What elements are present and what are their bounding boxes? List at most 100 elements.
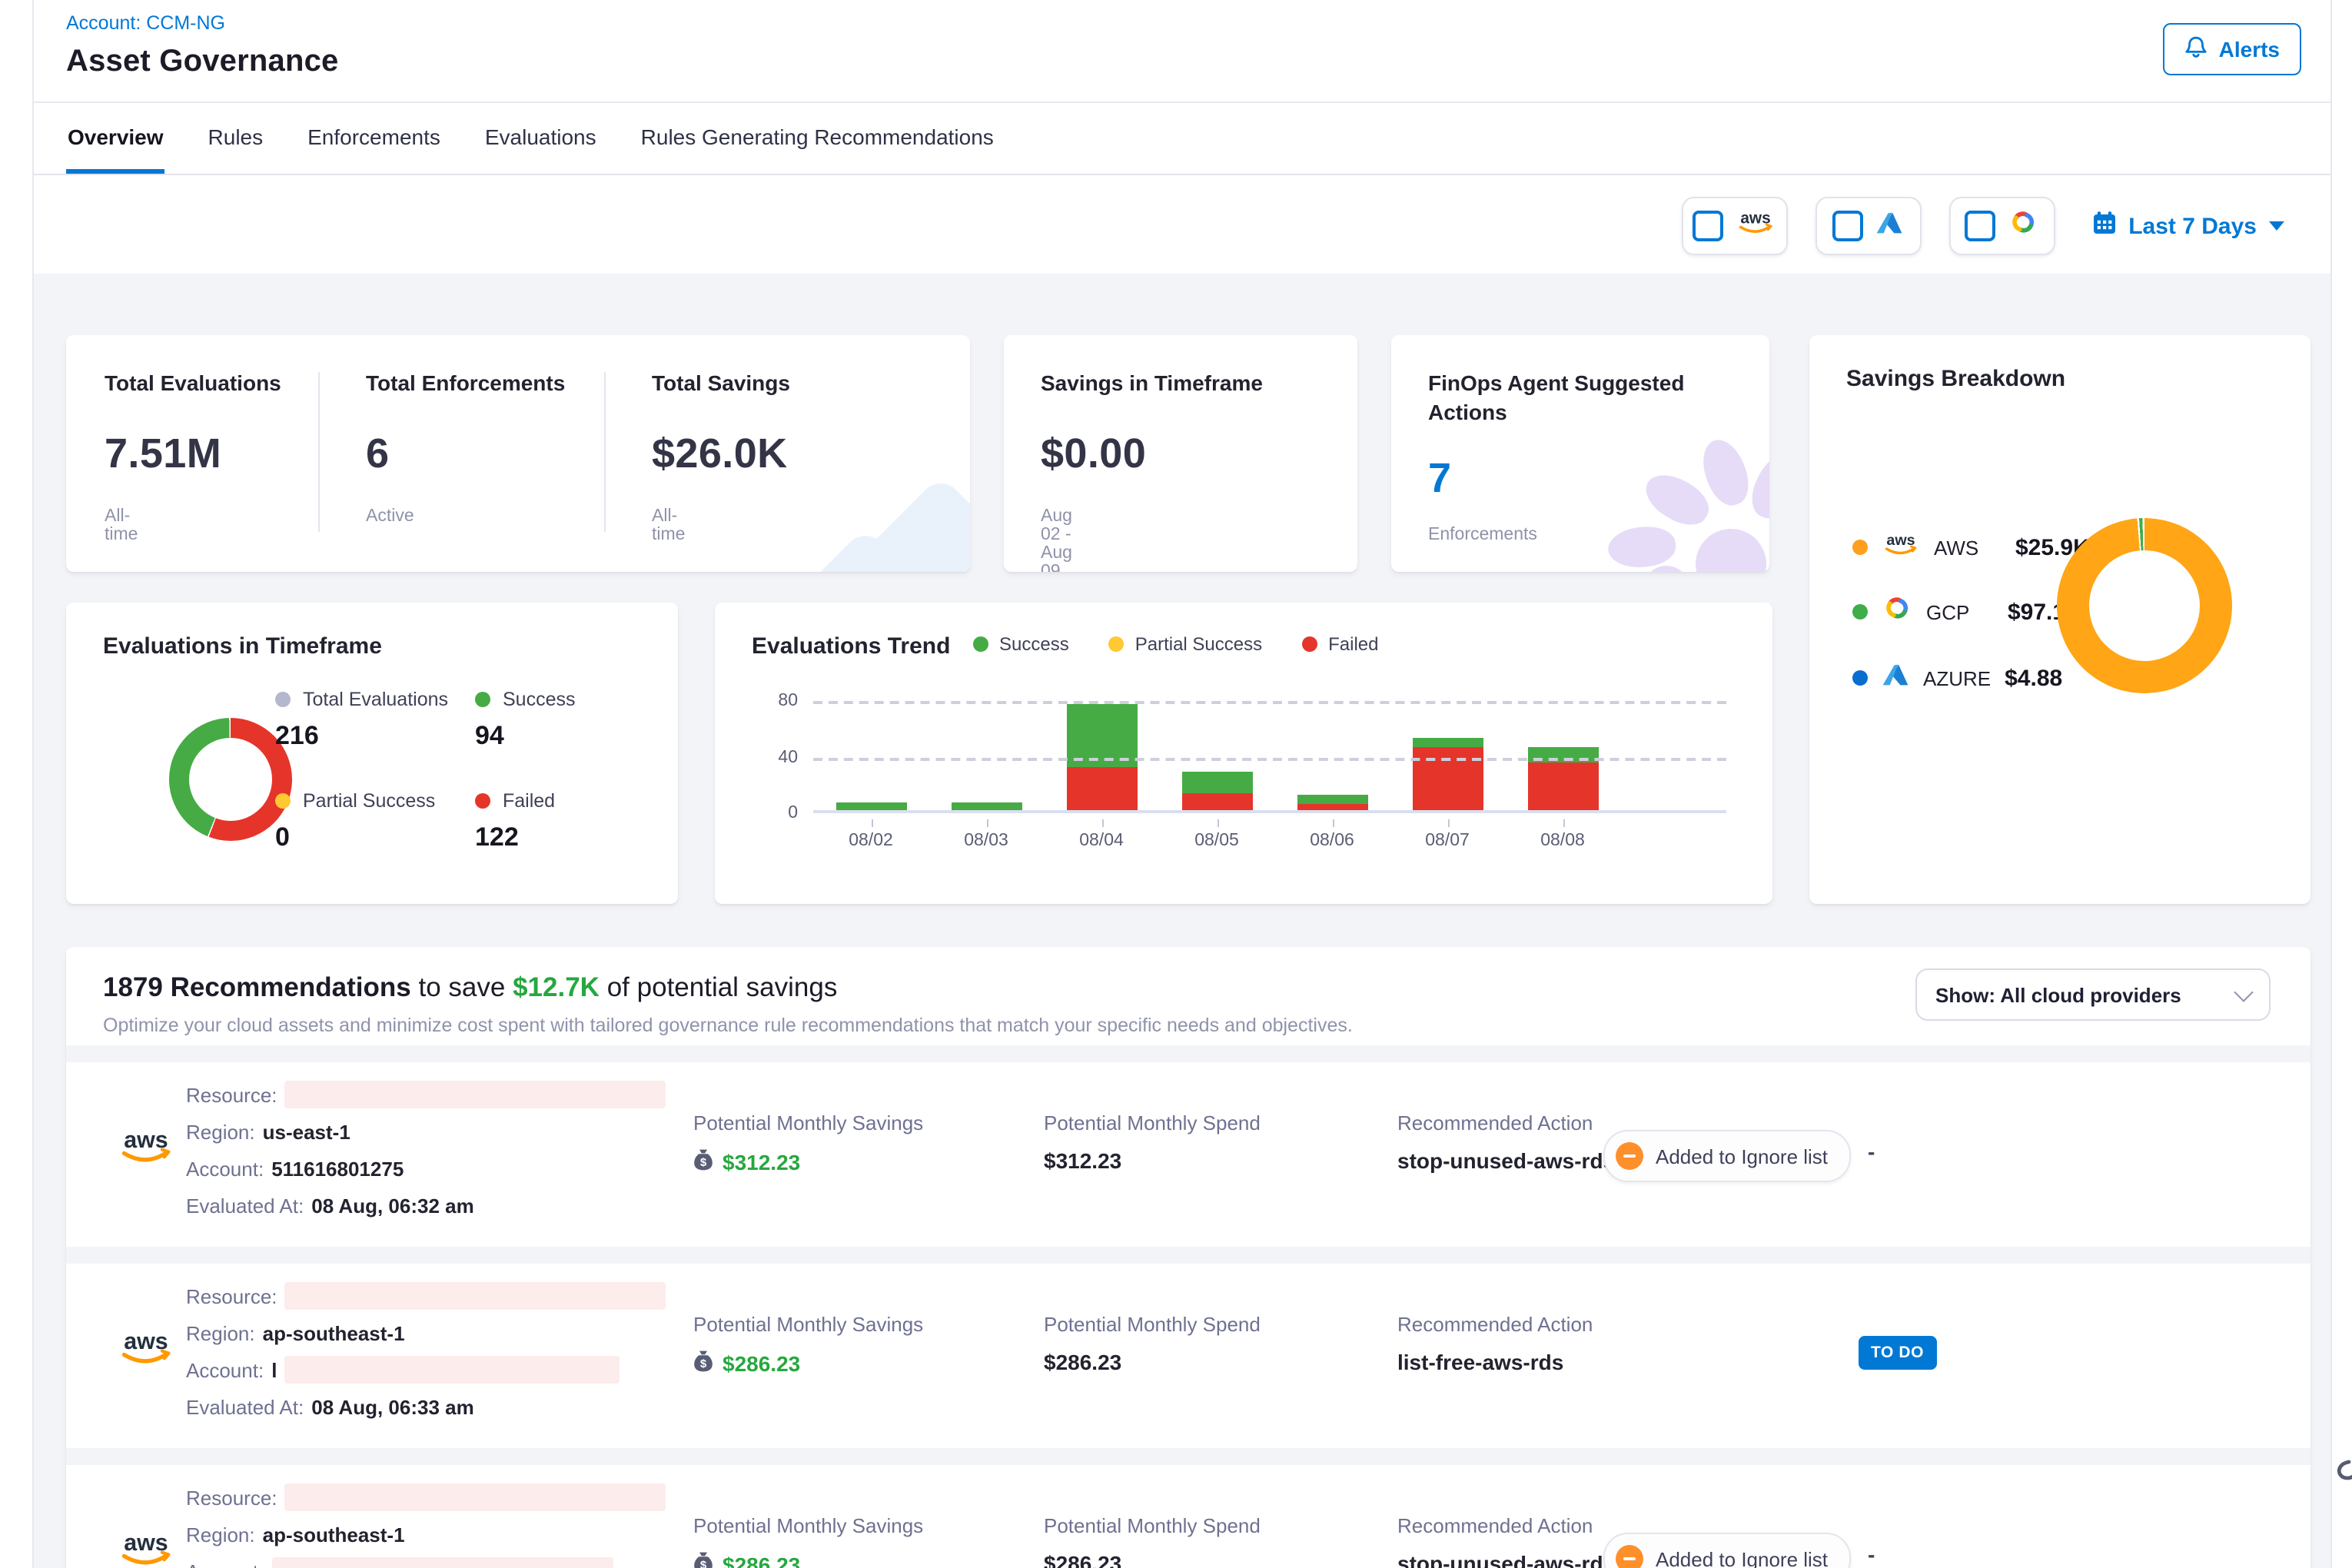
recommendations-count: 1879 Recommendations <box>103 972 411 1002</box>
x-axis-tick-label: 08/07 <box>1390 819 1505 850</box>
overview-content: Total Evaluations 7.51M All-time Total E… <box>34 274 2330 1568</box>
total-enforcements-value: 6 <box>366 430 389 478</box>
money-bag-icon: $ <box>693 1350 713 1377</box>
cloud-provider-filter-label: Show: All cloud providers <box>1935 983 2181 1006</box>
save-amount: $12.7K <box>513 972 600 1002</box>
stacked-bar[interactable] <box>1181 772 1252 810</box>
y-axis-tick-label: 0 <box>788 804 798 822</box>
account-value: 511616801275 <box>271 1157 404 1180</box>
y-axis-tick-label: 80 <box>778 692 798 710</box>
legend-label: Failed <box>503 790 555 812</box>
potential-monthly-spend-label: Potential Monthly Spend <box>1044 1111 1261 1134</box>
aws-logo-icon: aws <box>117 1530 175 1568</box>
chevron-down-icon <box>2269 221 2284 231</box>
bar-segment-success <box>1297 795 1367 805</box>
redacted-resource-value <box>285 1282 666 1310</box>
tab-enforcements[interactable]: Enforcements <box>306 103 442 174</box>
provider-name: AWS <box>1934 536 2002 559</box>
x-axis-tick-label: 08/02 <box>813 819 929 850</box>
potential-monthly-savings-value: $286.23 <box>723 1351 800 1376</box>
stacked-bar[interactable] <box>951 803 1022 810</box>
divider <box>604 372 606 532</box>
x-axis-tick-label: 08/05 <box>1159 819 1274 850</box>
provider-name: GCP <box>1926 600 1994 623</box>
finops-agent-value: 7 <box>1428 455 1451 503</box>
legend-dot <box>1852 604 1868 620</box>
added-to-ignore-list-pill[interactable]: Added to Ignore list <box>1603 1130 1851 1182</box>
save-prefix: to save <box>418 972 505 1002</box>
added-to-ignore-list-pill[interactable]: Added to Ignore list <box>1603 1533 1851 1568</box>
tab-overview[interactable]: Overview <box>66 103 165 174</box>
help-widget-icon-partial[interactable] <box>2334 1457 2352 1505</box>
bar-slot <box>1044 698 1159 810</box>
region-label: Region: <box>186 1321 255 1344</box>
account-value: l <box>271 1358 277 1381</box>
finops-agent-card: FinOps Agent Suggested Actions 7 Enforce… <box>1391 335 1769 572</box>
tab-rules[interactable]: Rules <box>207 103 265 174</box>
bar-slot <box>1274 698 1390 810</box>
legend-dot <box>1302 636 1317 652</box>
recommendation-row[interactable]: aws Resource: Region:us-east-1 Account:5… <box>66 1062 2310 1247</box>
redacted-resource-value <box>285 1483 666 1511</box>
scroll-gutter[interactable] <box>2330 0 2352 1568</box>
asset-governance-page: Account: CCM-NG Asset Governance Alerts … <box>0 0 2352 1568</box>
recommended-action-value: stop-unused-aws-rds <box>1397 1148 1615 1173</box>
cloud-provider-filter-select[interactable]: Show: All cloud providers <box>1915 968 2271 1021</box>
recommended-action-label: Recommended Action <box>1397 1111 1615 1134</box>
region-label: Region: <box>186 1120 255 1143</box>
region-value: ap-southeast-1 <box>263 1523 405 1546</box>
recommendation-row[interactable]: aws Resource: Region:ap-southeast-1 Acco… <box>66 1264 2310 1448</box>
aws-checkbox[interactable] <box>1693 211 1723 241</box>
region-label: Region: <box>186 1523 255 1546</box>
status-label: Added to Ignore list <box>1656 1547 1828 1568</box>
total-savings-value: $26.0K <box>652 430 788 478</box>
account-label: Account: <box>186 1358 264 1381</box>
recommendation-row[interactable]: aws Resource: Region:ap-southeast-1 Acco… <box>66 1465 2310 1568</box>
legend-label: Success <box>503 689 576 710</box>
recommendations-card: 1879 Recommendations to save $12.7K of p… <box>66 947 2310 1568</box>
x-axis-line <box>813 810 1726 813</box>
minus-circle-icon <box>1616 1142 1643 1170</box>
tab-rules-generating-recommendations[interactable]: Rules Generating Recommendations <box>639 103 995 174</box>
account-breadcrumb-link[interactable]: Account: CCM-NG <box>66 12 225 34</box>
stacked-bar[interactable] <box>835 803 906 810</box>
potential-monthly-savings-label: Potential Monthly Savings <box>693 1514 923 1537</box>
total-enforcements-label: Total Enforcements <box>366 369 673 398</box>
evaluated-at-label: Evaluated At: <box>186 1395 304 1418</box>
azure-checkbox[interactable] <box>1832 211 1863 241</box>
savings-donut-chart <box>2057 518 2232 693</box>
stacked-bar[interactable] <box>1412 737 1483 810</box>
tab-evaluations[interactable]: Evaluations <box>483 103 598 174</box>
calendar-icon <box>2091 211 2116 241</box>
potential-monthly-spend-value: $312.23 <box>1044 1148 1261 1173</box>
potential-monthly-savings-label: Potential Monthly Savings <box>693 1111 923 1134</box>
alerts-button[interactable]: Alerts <box>2164 23 2301 75</box>
total-enforcements-caption: Active <box>366 507 414 526</box>
stacked-bar[interactable] <box>1297 795 1367 810</box>
legend-dot <box>973 636 988 652</box>
bar-slot <box>1159 698 1274 810</box>
trend-bar-chart: 04080 08/0208/0308/0408/0508/0608/0708/0… <box>752 698 1726 867</box>
potential-monthly-spend-label: Potential Monthly Spend <box>1044 1514 1261 1537</box>
savings-in-timeframe-caption: Aug 02 - Aug 09 <box>1041 507 1072 572</box>
breakdown-row-aws: aws AWS $25.9K <box>1852 529 2090 566</box>
aws-logo-icon: aws <box>117 1328 175 1374</box>
potential-monthly-spend-value: $286.23 <box>1044 1551 1261 1568</box>
evaluations-in-timeframe-title: Evaluations in Timeframe <box>103 633 382 659</box>
gcp-filter-chip[interactable] <box>1948 197 2055 255</box>
potential-monthly-savings-value: $312.23 <box>723 1150 800 1174</box>
minus-circle-icon <box>1616 1545 1643 1568</box>
status-label: Added to Ignore list <box>1656 1144 1828 1168</box>
aws-filter-chip[interactable]: aws <box>1681 197 1787 255</box>
recommended-action-value: stop-unused-aws-rds <box>1397 1551 1615 1568</box>
savings-breakdown-title: Savings Breakdown <box>1846 366 2065 392</box>
divider <box>66 1448 2310 1465</box>
potential-monthly-spend-value: $286.23 <box>1044 1350 1261 1374</box>
azure-filter-chip[interactable] <box>1815 197 1921 255</box>
date-range-picker[interactable]: Last 7 Days <box>2091 211 2284 241</box>
x-axis-tick-label: 08/06 <box>1274 819 1390 850</box>
gcp-checkbox[interactable] <box>1965 211 1995 241</box>
alerts-button-label: Alerts <box>2219 37 2280 61</box>
potential-monthly-savings-value: $286.23 <box>723 1553 800 1568</box>
region-value: us-east-1 <box>263 1120 350 1143</box>
